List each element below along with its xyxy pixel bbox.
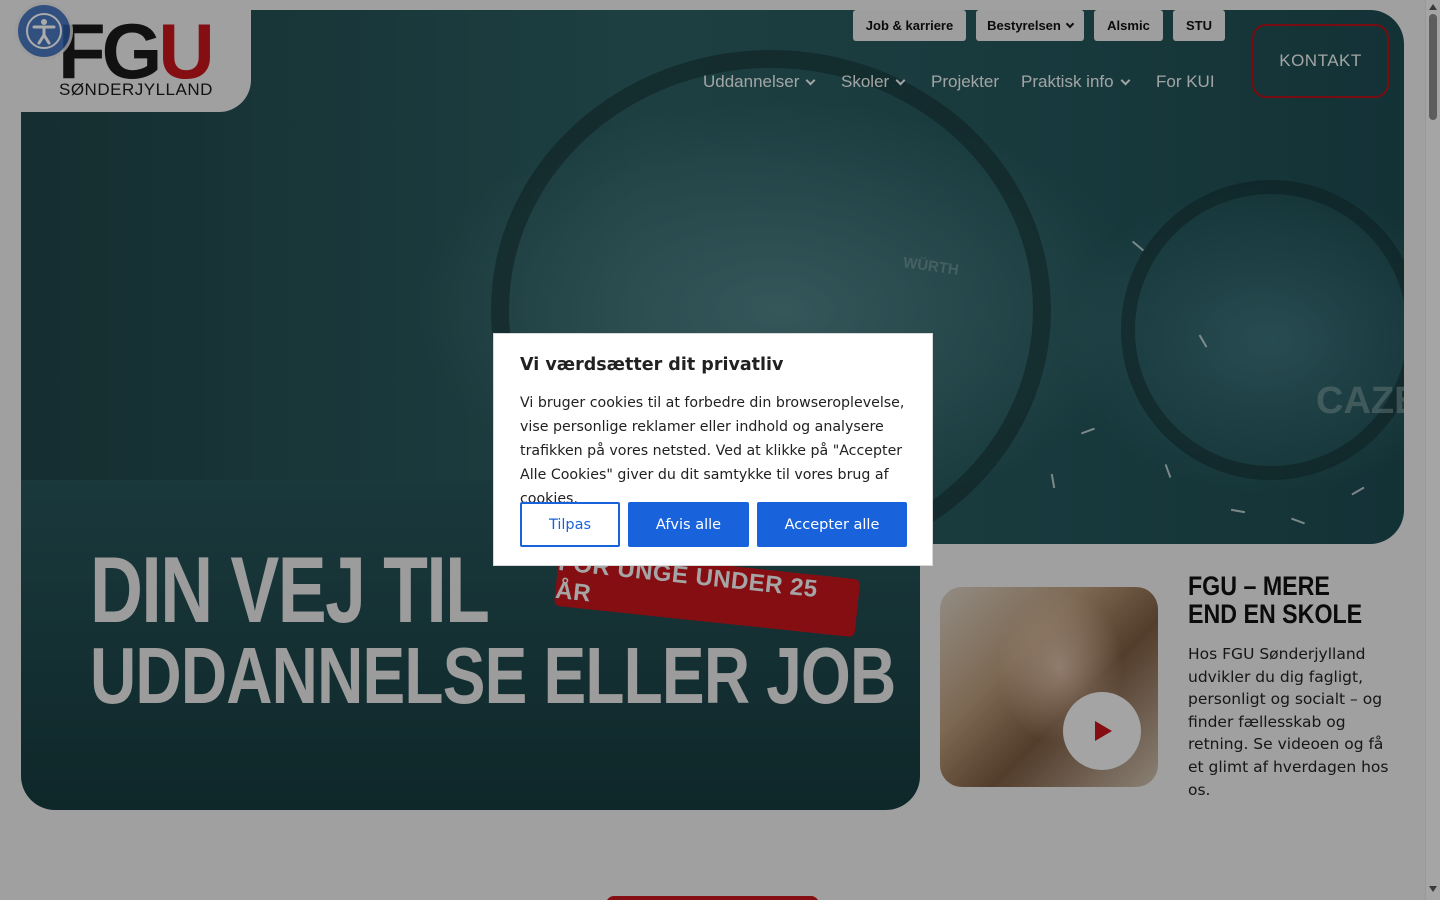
cookie-text: Vi bruger cookies til at forbedre din br… <box>520 395 905 507</box>
cookie-title: Vi værdsætter dit privatliv <box>520 355 784 375</box>
reject-all-button[interactable]: Afvis alle <box>628 502 749 547</box>
cookie-consent-dialog: Vi værdsætter dit privatliv Vi bruger co… <box>493 333 933 566</box>
customize-button[interactable]: Tilpas <box>520 502 620 547</box>
accept-all-button[interactable]: Accepter alle <box>757 502 907 547</box>
